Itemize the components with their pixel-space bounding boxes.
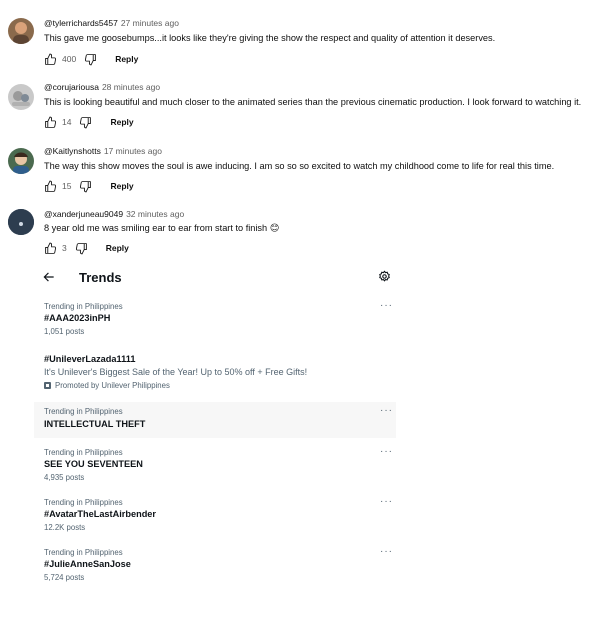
- comment-text: 8 year old me was smiling ear to ear fro…: [44, 223, 280, 233]
- more-horizontal-icon[interactable]: ···: [380, 447, 393, 457]
- comment-header: @Kaitlynshotts 17 minutes ago: [44, 146, 162, 157]
- trend-context: Trending in Philippines: [44, 498, 123, 507]
- arrow-left-icon[interactable]: [42, 270, 56, 289]
- thumbs-up-icon[interactable]: [44, 180, 57, 193]
- comment-author[interactable]: @xanderjuneau9049: [44, 209, 123, 219]
- trend-posts: 1,051 posts: [44, 327, 85, 336]
- like-count: 400: [62, 54, 77, 64]
- thumbs-down-icon[interactable]: [79, 116, 92, 129]
- trend-posts: 4,935 posts: [44, 473, 85, 482]
- avatar[interactable]: [8, 84, 34, 110]
- comment-actions: 3 Reply: [44, 241, 129, 255]
- trend-name: #JulieAnneSanJose: [44, 559, 131, 569]
- more-horizontal-icon[interactable]: ···: [380, 497, 393, 507]
- trend-name: #AvatarTheLastAirbender: [44, 509, 156, 519]
- more-horizontal-icon[interactable]: ···: [380, 547, 393, 557]
- comment-author[interactable]: @Kaitlynshotts: [44, 146, 101, 156]
- more-horizontal-icon[interactable]: ···: [380, 406, 393, 416]
- reply-button[interactable]: Reply: [106, 243, 129, 253]
- trends-panel: Trends Trending in Philippines #AAA2023i…: [34, 262, 396, 582]
- trend-name: INTELLECTUAL THEFT: [44, 419, 146, 429]
- trend-name: #UnileverLazada1111: [44, 354, 136, 364]
- trend-name: SEE YOU SEVENTEEN: [44, 459, 143, 469]
- comment-author[interactable]: @tylerrichards5457: [44, 18, 118, 28]
- thumbs-down-icon[interactable]: [75, 242, 88, 255]
- comment-text: The way this show moves the soul is awe …: [44, 161, 555, 171]
- trend-context: Trending in Philippines: [44, 448, 123, 457]
- avatar[interactable]: [8, 148, 34, 174]
- comment-time[interactable]: 32 minutes ago: [126, 209, 184, 219]
- reply-button[interactable]: Reply: [115, 54, 138, 64]
- page-title: Trends: [79, 270, 122, 285]
- comment: @tylerrichards5457 27 minutes ago This ga…: [0, 14, 600, 70]
- thumbs-down-icon[interactable]: [84, 53, 97, 66]
- comment-time[interactable]: 27 minutes ago: [121, 18, 179, 28]
- like-count: 14: [62, 117, 72, 127]
- trend-item[interactable]: Trending in Philippines #AvatarTheLastAi…: [34, 496, 396, 538]
- promoted-label: Promoted by Unilever Philippines: [44, 381, 170, 390]
- comment-text: This gave me goosebumps...it looks like …: [44, 33, 496, 43]
- thumbs-up-icon[interactable]: [44, 53, 57, 66]
- more-horizontal-icon[interactable]: ···: [380, 301, 393, 311]
- comment-actions: 400 Reply: [44, 52, 138, 66]
- comment-header: @tylerrichards5457 27 minutes ago: [44, 18, 179, 29]
- promoted-icon: [44, 382, 51, 389]
- promoted-trend[interactable]: #UnileverLazada1111 It's Unilever's Bigg…: [34, 350, 396, 396]
- reply-button[interactable]: Reply: [110, 181, 133, 191]
- comment-actions: 14 Reply: [44, 115, 134, 129]
- thumbs-down-icon[interactable]: [79, 180, 92, 193]
- trend-item[interactable]: Trending in Philippines #AAA2023inPH 1,0…: [34, 300, 396, 342]
- trend-context: Trending in Philippines: [44, 407, 123, 416]
- avatar[interactable]: [8, 209, 34, 235]
- promoted-text: Promoted by Unilever Philippines: [55, 381, 170, 390]
- avatar[interactable]: [8, 18, 34, 44]
- trend-item[interactable]: Trending in Philippines INTELLECTUAL THE…: [34, 402, 396, 438]
- reply-button[interactable]: Reply: [110, 117, 133, 127]
- comment: @Kaitlynshotts 17 minutes ago The way thi…: [0, 144, 600, 200]
- trend-item[interactable]: Trending in Philippines SEE YOU SEVENTEE…: [34, 446, 396, 488]
- comment-time[interactable]: 17 minutes ago: [104, 146, 162, 156]
- trend-description: It's Unilever's Biggest Sale of the Year…: [44, 367, 308, 377]
- trend-posts: 12.2K posts: [44, 523, 86, 532]
- like-count: 15: [62, 181, 72, 191]
- trend-name: #AAA2023inPH: [44, 313, 111, 323]
- comment-actions: 15 Reply: [44, 179, 134, 193]
- like-count: 3: [62, 243, 67, 253]
- comment-text: This is looking beautiful and much close…: [44, 97, 582, 107]
- gear-icon[interactable]: [378, 270, 391, 288]
- comment-header: @corujariousa 28 minutes ago: [44, 82, 160, 93]
- thumbs-up-icon[interactable]: [44, 116, 57, 129]
- thumbs-up-icon[interactable]: [44, 242, 57, 255]
- trend-context: Trending in Philippines: [44, 302, 123, 311]
- comment-header: @xanderjuneau9049 32 minutes ago: [44, 209, 184, 220]
- comment: @xanderjuneau9049 32 minutes ago 8 year o…: [0, 205, 600, 261]
- trend-item[interactable]: Trending in Philippines #JulieAnneSanJos…: [34, 546, 396, 588]
- comment-time[interactable]: 28 minutes ago: [102, 82, 160, 92]
- trend-posts: 5,724 posts: [44, 573, 85, 582]
- comment-author[interactable]: @corujariousa: [44, 82, 99, 92]
- trend-context: Trending in Philippines: [44, 548, 123, 557]
- trends-header: Trends: [34, 262, 396, 294]
- comment: @corujariousa 28 minutes ago This is look…: [0, 80, 600, 136]
